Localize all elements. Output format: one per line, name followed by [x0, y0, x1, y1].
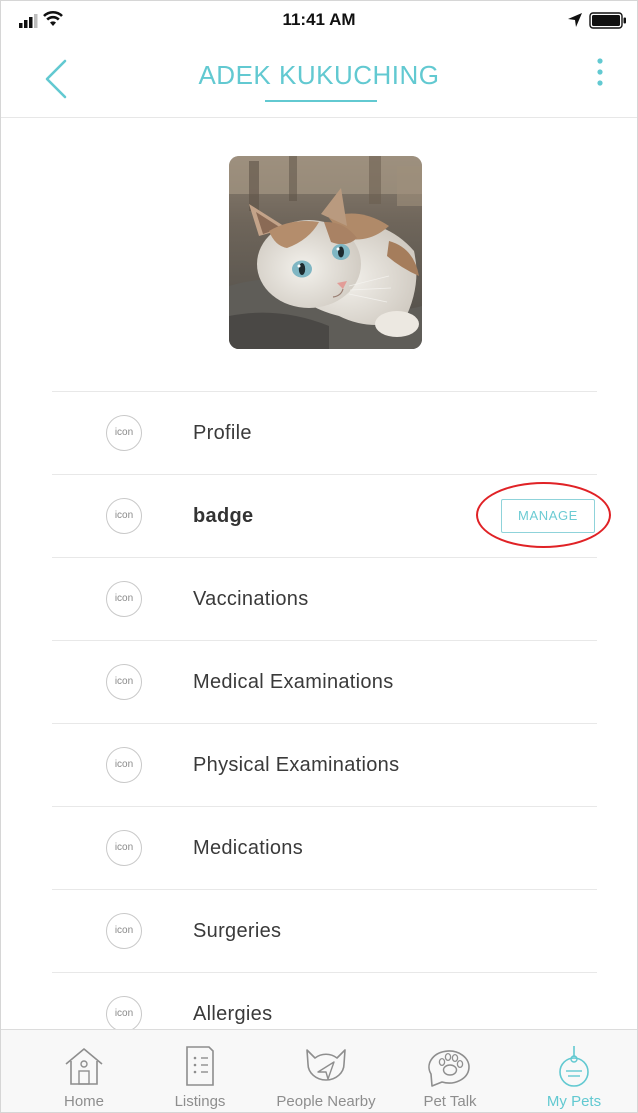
surgeries-icon: icon [106, 913, 142, 949]
navigation-bar: ADEK KUKUCHING [1, 39, 637, 118]
badge-icon: icon [106, 498, 142, 534]
battery-icon [589, 12, 626, 29]
tab-people-nearby[interactable]: People Nearby [263, 1030, 389, 1112]
app-screen: 11:41 AM ADEK KUKUCHING icon Profile ico… [0, 0, 638, 1113]
record-row-badge[interactable]: icon badge MANAGE [52, 474, 597, 557]
paw-chat-icon [428, 1050, 470, 1087]
record-label: Vaccinations [193, 588, 309, 610]
record-label: Medical Examinations [193, 671, 394, 693]
vaccinations-icon: icon [106, 581, 142, 617]
cat-photo-image [229, 156, 422, 349]
status-bar: 11:41 AM [1, 1, 637, 39]
record-label: badge [193, 505, 254, 527]
document-icon [186, 1046, 214, 1086]
more-vertical-icon [597, 58, 603, 86]
pet-photo[interactable] [229, 156, 422, 349]
tab-my-pets[interactable]: My Pets [529, 1030, 619, 1112]
tab-pet-talk[interactable]: Pet Talk [405, 1030, 495, 1112]
record-label: Surgeries [193, 920, 282, 942]
tab-label: People Nearby [276, 1093, 376, 1110]
record-row-medications[interactable]: icon Medications [52, 806, 597, 889]
tab-label: My Pets [546, 1093, 602, 1110]
medications-icon: icon [106, 830, 142, 866]
tab-home[interactable]: Home [41, 1030, 127, 1112]
physical-examinations-icon: icon [106, 747, 142, 783]
record-row-medical-examinations[interactable]: icon Medical Examinations [52, 640, 597, 723]
record-row-profile[interactable]: icon Profile [52, 391, 597, 474]
record-row-physical-examinations[interactable]: icon Physical Examinations [52, 723, 597, 806]
tab-label: Listings [174, 1093, 226, 1110]
house-icon [65, 1048, 103, 1085]
status-time: 11:41 AM [282, 10, 356, 29]
cat-send-icon [306, 1049, 346, 1081]
more-options-button[interactable] [589, 55, 611, 91]
tab-bar: Home Listings People Nearby Pet Talk My … [1, 1029, 637, 1112]
pet-records-list: icon Profile icon badge MANAGE icon Vacc… [52, 391, 597, 1055]
tab-label: Pet Talk [423, 1093, 477, 1110]
record-label: Profile [193, 422, 252, 444]
title-underline [265, 100, 377, 102]
page-title: ADEK KUKUCHING [198, 60, 440, 90]
tab-label: Home [63, 1093, 104, 1110]
record-label: Medications [193, 837, 304, 859]
record-row-vaccinations[interactable]: icon Vaccinations [52, 557, 597, 640]
record-row-surgeries[interactable]: icon Surgeries [52, 889, 597, 972]
pet-tag-icon [559, 1046, 589, 1087]
manage-badge-button[interactable]: MANAGE [501, 499, 595, 533]
allergies-icon: icon [106, 996, 142, 1032]
profile-icon: icon [106, 415, 142, 451]
record-label: Physical Examinations [193, 754, 400, 776]
tab-listings[interactable]: Listings [157, 1030, 243, 1112]
medical-examinations-icon: icon [106, 664, 142, 700]
location-arrow-icon [568, 13, 582, 27]
record-label: Allergies [193, 1003, 273, 1025]
